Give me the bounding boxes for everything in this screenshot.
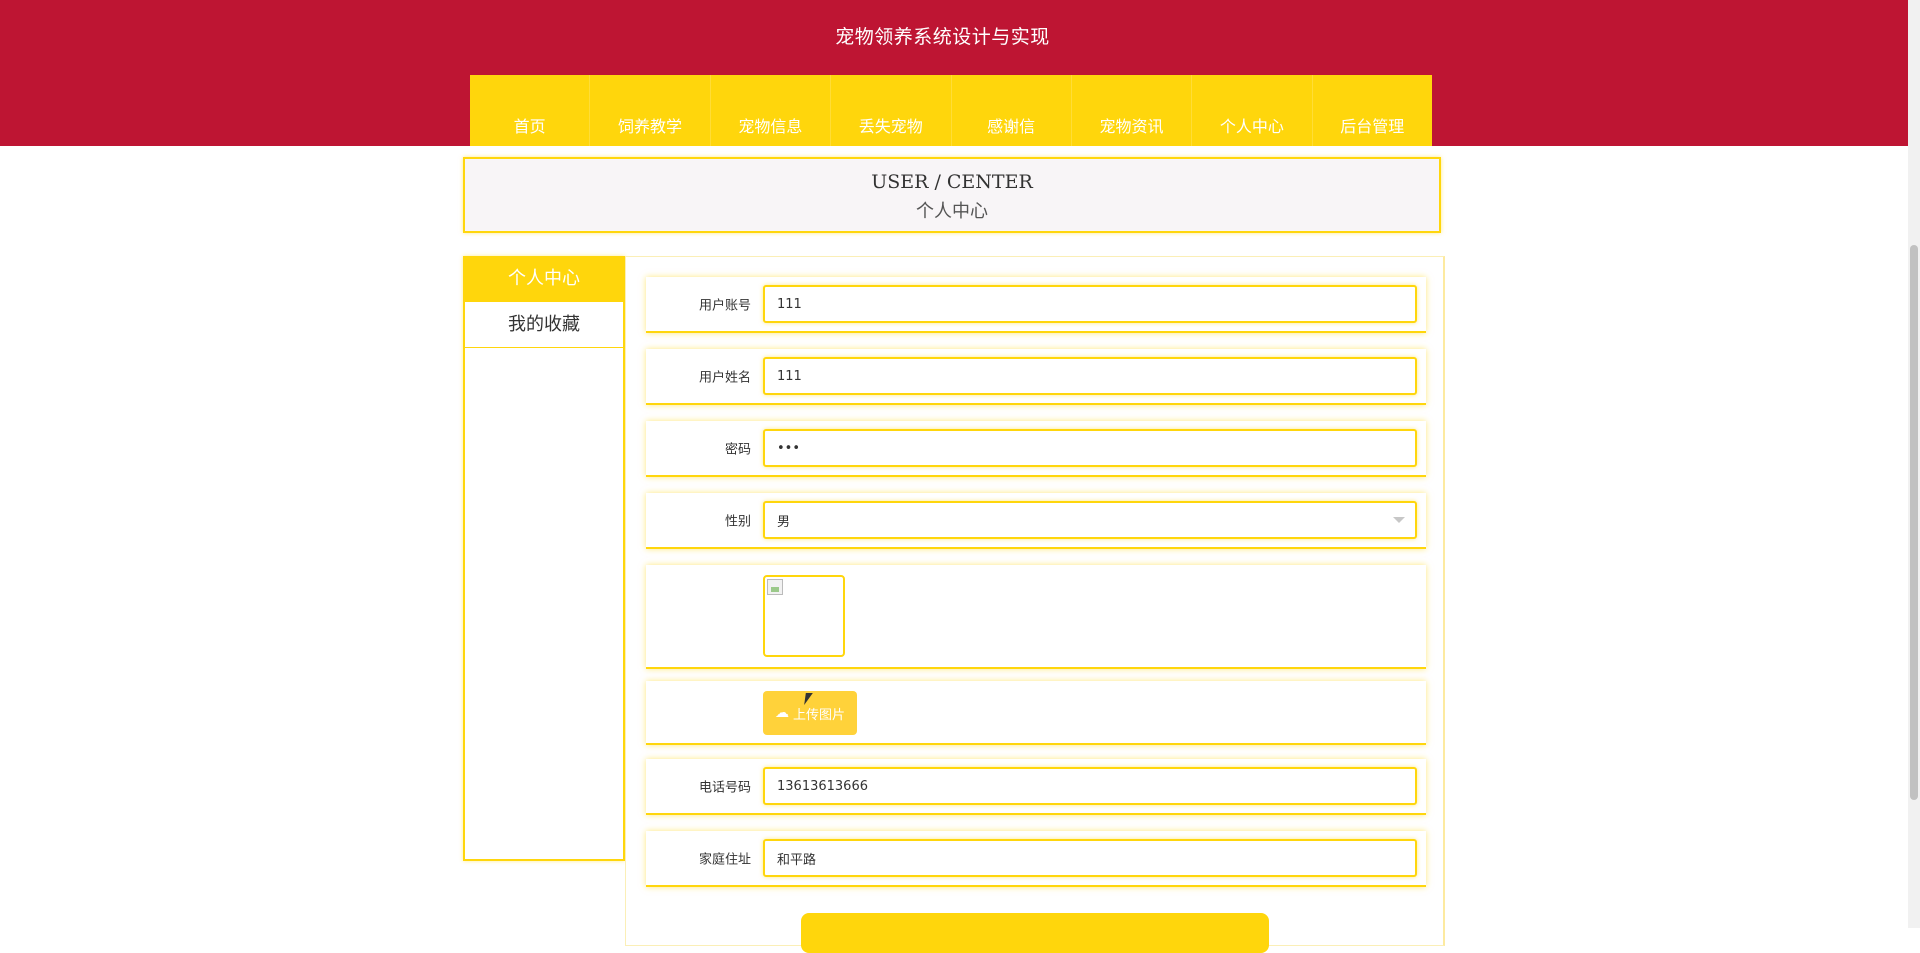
nav-item-pet-news[interactable]: 宠物资讯: [1070, 75, 1191, 146]
nav-item-user-center[interactable]: 个人中心: [1191, 75, 1311, 146]
upload-button-label: 上传图片: [792, 707, 845, 723]
password-input[interactable]: [763, 429, 1417, 467]
phone-label: 电话号码: [698, 780, 751, 796]
address-row: 家庭住址: [646, 831, 1426, 887]
page-scrollbar[interactable]: [1908, 0, 1920, 928]
nav-item-feeding-tutorial[interactable]: 饲养教学: [589, 75, 709, 146]
gender-select[interactable]: 男: [763, 501, 1417, 539]
address-input[interactable]: [763, 839, 1417, 877]
account-input[interactable]: [763, 285, 1417, 323]
sidebar-item-user-center[interactable]: 个人中心: [465, 256, 623, 302]
cloud-upload-icon: ☁: [774, 705, 789, 721]
upload-row: ☁ 上传图片: [646, 681, 1426, 745]
chevron-down-icon: [1393, 517, 1405, 523]
password-row: 密码: [646, 421, 1426, 477]
sidebar-item-favorites[interactable]: 我的收藏: [465, 302, 623, 348]
nav-item-admin[interactable]: 后台管理: [1311, 75, 1432, 146]
page-heading-en: USER / CENTER: [871, 171, 1033, 193]
account-row: 用户账号: [646, 277, 1426, 333]
name-label: 用户姓名: [698, 370, 751, 386]
nav-item-lost-pets[interactable]: 丢失宠物: [830, 75, 950, 146]
gender-selected-value: 男: [777, 514, 791, 530]
scrollbar-thumb[interactable]: [1910, 245, 1918, 800]
address-label: 家庭住址: [698, 852, 751, 868]
main-nav: 首页 饲养教学 宠物信息 丢失宠物 感谢信 宠物资讯 个人中心 后台管理: [470, 75, 1432, 146]
account-label: 用户账号: [698, 298, 751, 314]
name-input[interactable]: [763, 357, 1417, 395]
page-heading-zh: 个人中心: [916, 201, 988, 222]
site-title: 宠物领养系统设计与实现: [835, 26, 1050, 48]
nav-item-home[interactable]: 首页: [470, 75, 589, 146]
top-header: 宠物领养系统设计与实现 首页 饲养教学 宠物信息 丢失宠物 感谢信 宠物资讯 个…: [0, 0, 1908, 146]
sidebar: 个人中心 我的收藏: [463, 256, 625, 861]
broken-image-icon: [767, 579, 783, 595]
avatar-row: [646, 565, 1426, 669]
phone-input[interactable]: [763, 767, 1417, 805]
nav-item-thank-you-letters[interactable]: 感谢信: [950, 75, 1071, 146]
update-info-button[interactable]: [801, 913, 1269, 953]
gender-label: 性别: [724, 514, 751, 530]
password-label: 密码: [724, 442, 751, 458]
profile-form-panel: 用户账号 用户姓名 密码 性别 男 ☁ 上传图片 电话号码 家庭住址: [625, 256, 1445, 953]
gender-row: 性别 男: [646, 493, 1426, 549]
page-heading: USER / CENTER 个人中心: [463, 157, 1441, 233]
name-row: 用户姓名: [646, 349, 1426, 405]
avatar-preview: [763, 575, 845, 657]
phone-row: 电话号码: [646, 759, 1426, 815]
nav-item-pet-info[interactable]: 宠物信息: [709, 75, 830, 146]
